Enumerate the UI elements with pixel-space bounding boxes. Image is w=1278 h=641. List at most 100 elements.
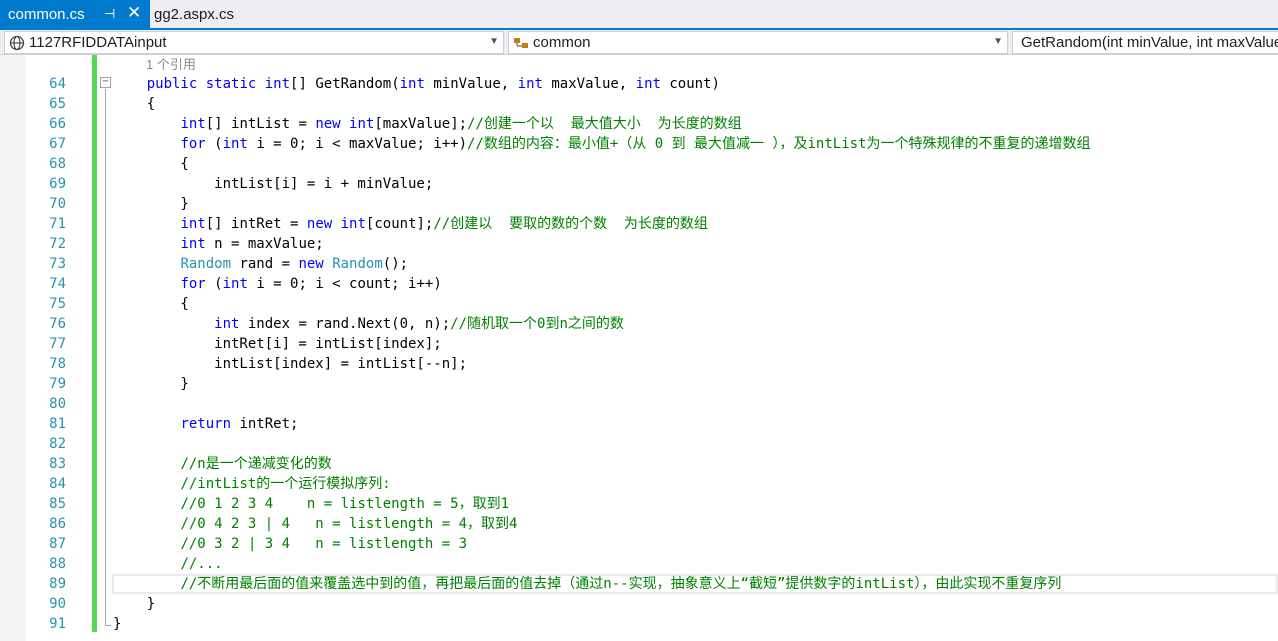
keyword-token: int xyxy=(399,76,425,92)
code-token: } xyxy=(113,376,189,392)
line-number: 77 xyxy=(49,336,66,352)
comment-token: //随机取一个0到n之间的数 xyxy=(450,316,624,332)
code-line[interactable]: //0 1 2 3 4 n = listlength = 5，取到1 xyxy=(113,494,509,514)
code-token: { xyxy=(113,296,189,312)
keyword-token: new xyxy=(315,116,341,132)
tab-label: gg2.aspx.cs xyxy=(154,5,235,23)
code-token: index = rand.Next(0, n); xyxy=(239,316,451,332)
code-token: count) xyxy=(660,76,720,92)
codelens-references[interactable]: 1 个引用 xyxy=(146,56,196,74)
code-token: [] GetRandom( xyxy=(290,76,400,92)
code-line[interactable]: //n是一个递减变化的数 xyxy=(113,454,331,474)
chevron-down-icon[interactable]: ▼ xyxy=(489,36,499,47)
code-editor[interactable]: − 1 个引用 64 65 66 67 68 69 70 71 72 73 74 75 76 77 78 79… xyxy=(0,55,1278,641)
code-token: intList[i] = i + minValue; xyxy=(113,176,434,192)
code-line[interactable]: intList[i] = i + minValue; xyxy=(113,174,433,194)
comment-token: //不断用最后面的值来覆盖选中到的值，再把最后面的值去掉（通过n--实现，抽象意… xyxy=(180,576,1062,592)
keyword-token: int xyxy=(180,116,206,132)
code-token: [count]; xyxy=(365,216,434,232)
navigation-bar: 1127RFIDDATAinput ▼ common ▼ GetRandom(i… xyxy=(0,30,1278,55)
code-line[interactable]: //0 4 2 3 | 4 n = listlength = 4，取到4 xyxy=(113,514,517,534)
tab-common-cs[interactable]: common.cs ⊣ ✕ xyxy=(0,0,150,28)
comment-token: //intList的一个运行模拟序列: xyxy=(180,476,391,492)
code-line[interactable]: { xyxy=(113,94,155,114)
line-number: 72 xyxy=(49,236,66,252)
line-number: 68 xyxy=(49,156,66,172)
close-icon[interactable]: ✕ xyxy=(127,3,141,23)
comment-token: //创建一个以 最大值大小 为长度的数组 xyxy=(467,116,742,132)
class-dropdown[interactable]: common ▼ xyxy=(508,31,1008,54)
code-line[interactable]: //... xyxy=(113,554,223,574)
code-line[interactable]: intRet[i] = intList[index]; xyxy=(113,334,442,354)
comment-token: //数组的内容：最小值+（从 0 到 最大值减一 ），及intList为一个特殊… xyxy=(467,136,1091,152)
globe-icon xyxy=(9,35,25,50)
keyword-token: int xyxy=(222,136,248,152)
project-dropdown[interactable]: 1127RFIDDATAinput ▼ xyxy=(4,31,504,54)
code-token: (); xyxy=(382,256,409,272)
code-line[interactable]: //不断用最后面的值来覆盖选中到的值，再把最后面的值去掉（通过n--实现，抽象意… xyxy=(113,574,1061,594)
code-line[interactable]: for (int i = 0; i < count; i++) xyxy=(113,274,441,294)
comment-token: //0 4 2 3 | 4 n = listlength = 4，取到4 xyxy=(180,516,518,532)
code-line[interactable]: { xyxy=(113,294,189,314)
code-line[interactable]: int[] intList = new int[maxValue];//创建一个… xyxy=(113,114,742,134)
code-line[interactable]: for (int i = 0; i < maxValue; i++)//数组的内… xyxy=(113,134,1090,154)
collapse-icon[interactable]: − xyxy=(100,77,111,88)
keyword-token: new xyxy=(306,216,333,232)
keyword-token: static xyxy=(205,76,257,92)
code-line[interactable]: public static int[] GetRandom(int minVal… xyxy=(113,74,720,94)
code-token: intRet; xyxy=(231,416,299,432)
document-tab-bar: common.cs ⊣ ✕ gg2.aspx.cs xyxy=(0,0,1278,30)
code-token: minValue, xyxy=(424,76,518,92)
code-line[interactable]: int[] intRet = new int[count];//创建以 要取的数… xyxy=(113,214,708,234)
line-number: 76 xyxy=(49,316,66,332)
comment-token: //... xyxy=(180,556,223,572)
comment-token: //0 3 2 | 3 4 n = listlength = 3 xyxy=(180,536,468,552)
keyword-token: int xyxy=(349,116,375,132)
outline-end xyxy=(105,625,111,626)
code-line[interactable]: } xyxy=(113,614,121,634)
code-line[interactable]: return intRet; xyxy=(113,414,298,434)
line-number: 85 xyxy=(49,496,66,512)
line-number: 89 xyxy=(49,576,66,592)
line-number: 66 xyxy=(49,116,66,132)
code-line[interactable]: { xyxy=(113,154,188,174)
line-number: 75 xyxy=(49,296,66,312)
code-line[interactable]: //0 3 2 | 3 4 n = listlength = 3 xyxy=(113,534,467,554)
member-dropdown[interactable]: GetRandom(int minValue, int maxValue, in… xyxy=(1012,31,1278,54)
code-line[interactable]: intList[index] = intList[--n]; xyxy=(113,354,467,374)
code-line[interactable]: int index = rand.Next(0, n);//随机取一个0到n之间… xyxy=(113,314,624,334)
type-token: Random xyxy=(332,256,383,272)
code-token: } xyxy=(113,596,156,612)
outline-line xyxy=(105,89,106,625)
code-line[interactable]: int n = maxValue; xyxy=(113,234,324,254)
tab-label: common.cs xyxy=(8,5,85,23)
code-token: i = 0; i < maxValue; i++) xyxy=(247,136,468,152)
code-token: intList[index] = intList[--n]; xyxy=(113,356,468,372)
line-number: 69 xyxy=(49,176,66,192)
line-number: 91 xyxy=(49,616,66,632)
code-token: intRet[i] = intList[index]; xyxy=(113,336,442,352)
tab-gg2-aspx-cs[interactable]: gg2.aspx.cs xyxy=(154,0,234,28)
code-line[interactable]: //intList的一个运行模拟序列: xyxy=(113,474,391,494)
chevron-down-icon[interactable]: ▼ xyxy=(993,36,1003,47)
line-number: 83 xyxy=(49,456,66,472)
change-tracking-bar xyxy=(92,55,97,632)
code-line[interactable]: } xyxy=(113,594,155,614)
code-line[interactable]: Random rand = new Random(); xyxy=(113,254,408,274)
pin-icon[interactable]: ⊣ xyxy=(104,6,115,22)
code-token: [maxValue]; xyxy=(374,116,468,132)
code-line[interactable]: } xyxy=(113,194,188,214)
code-line[interactable]: } xyxy=(113,374,189,394)
line-number: 84 xyxy=(49,476,66,492)
code-token: n = maxValue; xyxy=(205,236,324,252)
